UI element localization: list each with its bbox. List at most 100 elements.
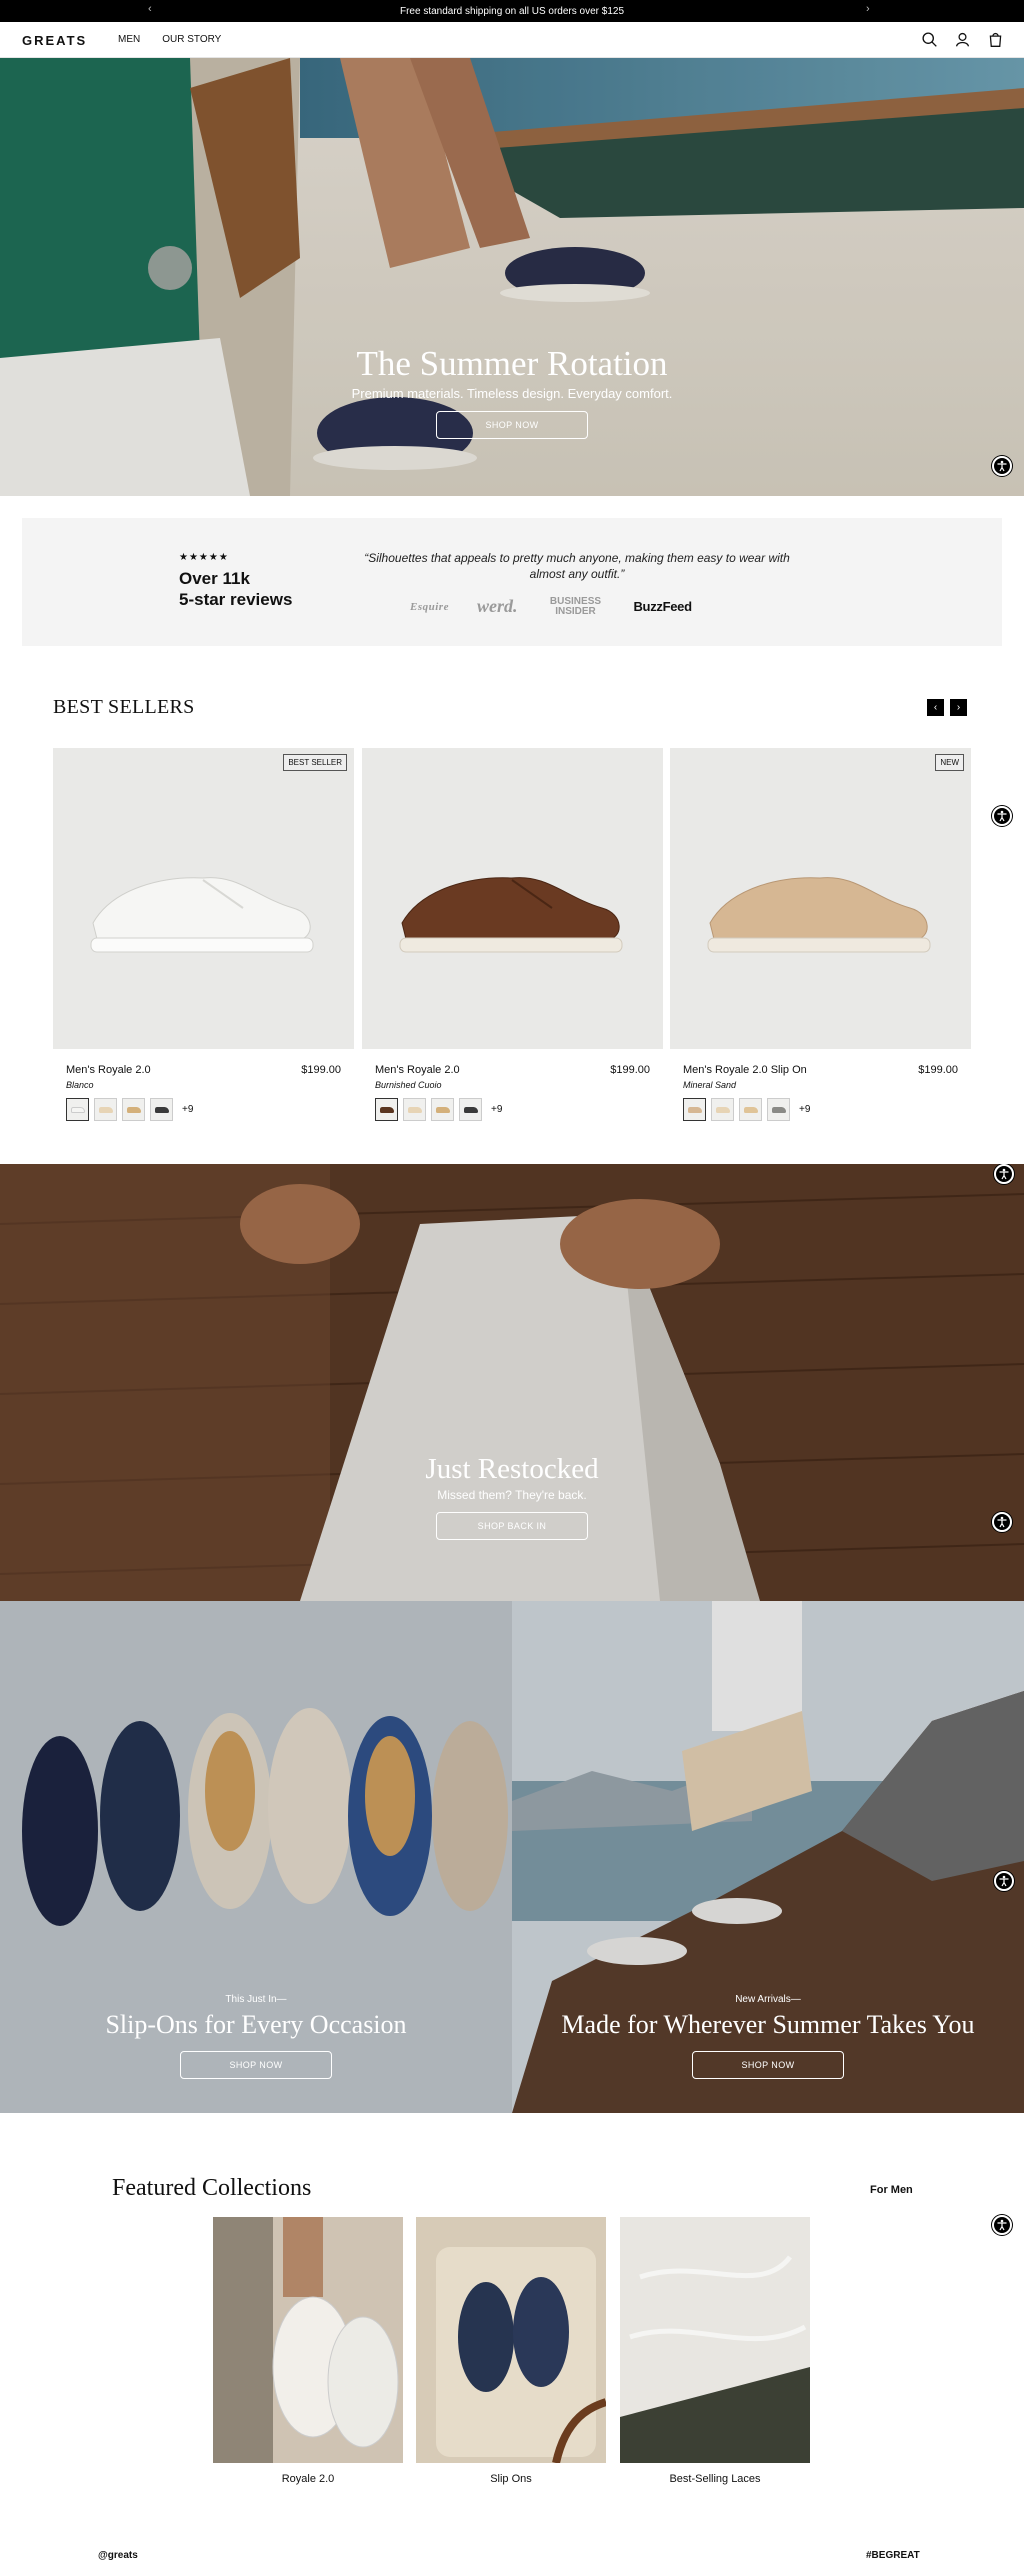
slip-ons-shop-now-button[interactable]: SHOP NOW	[180, 2051, 332, 2079]
press-logos: Esquire werd. BUSINESS INSIDER BuzzFeed	[410, 596, 692, 617]
product-color: Mineral Sand	[683, 1080, 737, 1090]
collection-image[interactable]	[213, 2217, 403, 2463]
swatch-mineral-sand[interactable]	[683, 1098, 706, 1121]
collection-card[interactable]: Slip Ons	[416, 2217, 606, 2485]
accessibility-icon[interactable]	[992, 1512, 1012, 1532]
product-price: $199.00	[610, 1064, 650, 1076]
more-colors-link[interactable]: +9	[491, 1104, 502, 1115]
for-men-link[interactable]: For Men	[870, 2184, 913, 2196]
swatch-tan[interactable]	[122, 1098, 145, 1121]
best-sellers-title: BEST SELLERS	[53, 696, 195, 718]
restocked-title: Just Restocked	[425, 1453, 599, 1485]
product-price: $199.00	[918, 1064, 958, 1076]
announcement-bar: ‹ Free standard shipping on all US order…	[0, 0, 1024, 22]
hashtag: #BEGREAT	[866, 2550, 920, 2560]
summer-banner: New Arrivals— Made for Wherever Summer T…	[512, 1601, 1024, 2113]
collection-image[interactable]	[416, 2217, 606, 2463]
restocked-banner: Just Restocked Missed them? They're back…	[0, 1164, 1024, 1601]
site-header: GREATS MEN OUR STORY	[0, 22, 1024, 58]
product-badge: BEST SELLER	[283, 754, 347, 771]
swatch-blanco[interactable]	[66, 1098, 89, 1121]
rating-stars: ★★★★★	[179, 552, 229, 563]
carousel-next-button[interactable]: ›	[950, 699, 967, 716]
color-swatches: +9	[66, 1098, 193, 1121]
review-count-label: 5-star reviews	[179, 590, 293, 609]
more-colors-link[interactable]: +9	[182, 1104, 193, 1115]
instagram-handle[interactable]: @greats	[98, 2550, 138, 2560]
announcement-next-button[interactable]: ›	[866, 3, 870, 15]
review-count: Over 11k	[179, 569, 250, 588]
hero-subtitle: Premium materials. Timeless design. Ever…	[351, 386, 673, 401]
restocked-subtitle: Missed them? They're back.	[437, 1488, 587, 1502]
main-nav: MEN OUR STORY	[118, 34, 221, 45]
slip-ons-title: Slip-Ons for Every Occasion	[105, 2010, 407, 2039]
product-color: Burnished Cuoio	[375, 1080, 442, 1090]
summer-kicker: New Arrivals—	[735, 1994, 801, 2005]
press-logo-werd: werd.	[476, 596, 518, 616]
featured-collections-title: Featured Collections	[112, 2175, 312, 2201]
product-badge: NEW	[935, 754, 964, 771]
press-quote: “Silhouettes that appeals to pretty much…	[364, 551, 790, 581]
sneaker-image	[707, 877, 931, 953]
hero-shop-now-button[interactable]: SHOP NOW	[436, 411, 588, 439]
product-name[interactable]: Men's Royale 2.0	[375, 1064, 460, 1076]
product-card[interactable]: NEW Men's Royale 2.0 Slip On $199.00 Min…	[670, 748, 971, 1121]
product-name[interactable]: Men's Royale 2.0	[66, 1064, 151, 1076]
slip-ons-kicker: This Just In—	[225, 1994, 287, 2005]
swatch-beige[interactable]	[711, 1098, 734, 1121]
product-color: Blanco	[66, 1080, 94, 1090]
sneaker-image	[399, 877, 623, 953]
accessibility-icon[interactable]	[992, 806, 1012, 826]
collection-card[interactable]: Best-Selling Laces	[620, 2217, 810, 2485]
collection-label[interactable]: Best-Selling Laces	[620, 2473, 810, 2485]
press-logo-buzzfeed: BuzzFeed	[633, 599, 692, 614]
cart-icon[interactable]	[987, 31, 1004, 48]
swatch-black[interactable]	[150, 1098, 173, 1121]
nav-item-men[interactable]: MEN	[118, 34, 140, 45]
press-logo-business-insider: BUSINESS INSIDER	[549, 595, 602, 617]
product-image[interactable]: NEW	[670, 748, 971, 1049]
carousel-prev-button[interactable]: ‹	[927, 699, 944, 716]
product-image[interactable]	[362, 748, 663, 1049]
more-colors-link[interactable]: +9	[799, 1104, 810, 1115]
search-icon[interactable]	[921, 31, 938, 48]
collection-image[interactable]	[620, 2217, 810, 2463]
collection-label[interactable]: Slip Ons	[416, 2473, 606, 2485]
hero-title: The Summer Rotation	[356, 344, 668, 383]
color-swatches: +9	[375, 1098, 502, 1121]
swatch-grey[interactable]	[767, 1098, 790, 1121]
swatch-tan[interactable]	[431, 1098, 454, 1121]
brand-logo[interactable]: GREATS	[22, 33, 87, 48]
summer-title: Made for Wherever Summer Takes You	[561, 2010, 975, 2039]
collection-card[interactable]: Royale 2.0	[213, 2217, 403, 2485]
account-icon[interactable]	[954, 31, 971, 48]
summer-shop-now-button[interactable]: SHOP NOW	[692, 2051, 844, 2079]
product-price: $199.00	[301, 1064, 341, 1076]
product-card[interactable]: Men's Royale 2.0 $199.00 Burnished Cuoio…	[362, 748, 663, 1121]
carousel-controls: ‹ ›	[927, 699, 967, 716]
accessibility-icon[interactable]	[992, 456, 1012, 476]
accessibility-icon[interactable]	[992, 2215, 1012, 2235]
product-card[interactable]: BEST SELLER Men's Royale 2.0 $199.00 Bla…	[53, 748, 354, 1121]
swatch-cuoio[interactable]	[375, 1098, 398, 1121]
sneaker-image	[90, 877, 314, 953]
press-logo-esquire: Esquire	[410, 600, 449, 613]
header-icons	[921, 31, 1004, 48]
announcement-prev-button[interactable]: ‹	[148, 3, 152, 15]
color-swatches: +9	[683, 1098, 810, 1121]
swatch-black[interactable]	[459, 1098, 482, 1121]
slip-ons-banner: This Just In— Slip-Ons for Every Occasio…	[0, 1601, 512, 2113]
product-name[interactable]: Men's Royale 2.0 Slip On	[683, 1064, 807, 1076]
swatch-tan[interactable]	[739, 1098, 762, 1121]
collection-label[interactable]: Royale 2.0	[213, 2473, 403, 2485]
accessibility-icon[interactable]	[994, 1871, 1014, 1891]
accessibility-icon[interactable]	[994, 1164, 1014, 1184]
hero-banner: The Summer Rotation Premium materials. T…	[0, 58, 1024, 496]
swatch-beige[interactable]	[94, 1098, 117, 1121]
nav-item-our-story[interactable]: OUR STORY	[162, 34, 221, 45]
product-image[interactable]: BEST SELLER	[53, 748, 354, 1049]
shop-back-in-button[interactable]: SHOP BACK IN	[436, 1512, 588, 1540]
swatch-beige[interactable]	[403, 1098, 426, 1121]
announcement-text: Free standard shipping on all US orders …	[399, 5, 625, 17]
reviews-strip: ★★★★★ Over 11k 5-star reviews “Silhouett…	[22, 518, 1002, 646]
